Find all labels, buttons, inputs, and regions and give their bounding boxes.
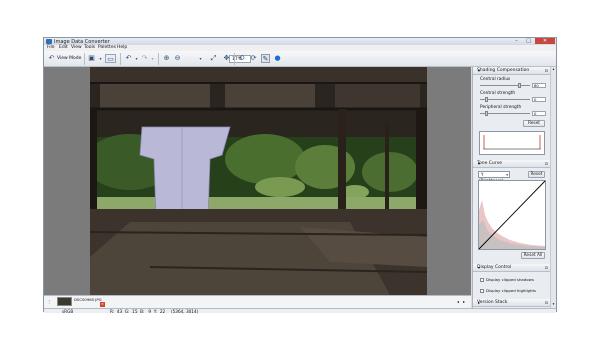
peripheral-strength-slider[interactable]: [480, 111, 530, 116]
version-stack-title: Version Stack: [477, 300, 508, 305]
scroll-right-icon[interactable]: ▸: [463, 299, 465, 304]
rgb-readout: R: 43 G: 15 B: 9 Y: 22: [110, 309, 166, 314]
shading-compensation-header[interactable]: ▾ Shading Compensation ⊡: [473, 67, 550, 75]
pin-icon[interactable]: ⊡: [541, 160, 548, 168]
shading-reset-button[interactable]: Reset: [523, 120, 545, 127]
close-button[interactable]: ✕: [535, 38, 555, 44]
central-radius-label: Central radius: [480, 77, 511, 82]
maximize-button[interactable]: □: [523, 38, 534, 44]
save-dropdown-icon[interactable]: ▾: [96, 54, 105, 63]
shading-compensation-title: Shading Compensation: [477, 68, 530, 73]
photo-preview: [90, 67, 427, 295]
thumbnail-filename[interactable]: DSC00965.JPG: [74, 297, 102, 302]
central-radius-value[interactable]: 80: [532, 83, 546, 88]
central-strength-slider[interactable]: [480, 97, 530, 102]
zoom-in-icon[interactable]: ⊕: [162, 54, 171, 63]
chevron-down-icon: ▾: [506, 173, 508, 177]
version-stack-header[interactable]: ▸ Version Stack ⊡: [473, 299, 550, 307]
tone-curve-reset-all-button[interactable]: Reset All: [521, 252, 545, 259]
app-icon: [46, 39, 52, 44]
slider-thumb[interactable]: [485, 97, 488, 102]
close-thumbnail-icon[interactable]: ×: [100, 302, 105, 307]
palette-panel: ▾ Shading Compensation ⊡ Central radius …: [472, 67, 550, 308]
central-strength-value[interactable]: 0: [532, 97, 546, 102]
clipped-shadows-label: Display clipped shadows: [486, 277, 534, 282]
app-window: Image Data Converter – □ ✕ File Edit Vie…: [43, 37, 557, 314]
tone-curve-title: Tone Curve: [477, 161, 503, 166]
tone-curve-reset-button[interactable]: Reset: [528, 171, 545, 178]
toolbar-separator: [234, 53, 235, 65]
thumbnail-strip: ⋮ DSC00965.JPG × ◂ ▸: [44, 295, 471, 308]
view-mode-button[interactable]: View Mode: [57, 53, 81, 64]
toolbar-separator: [84, 53, 85, 65]
collapse-arrow-icon: ▸: [478, 300, 481, 305]
display-control-header[interactable]: ▾ Display Control ⊡: [473, 264, 550, 272]
fit-to-window-icon[interactable]: ⤢: [209, 54, 218, 63]
coordinate-readout: (5364, 3014): [171, 309, 199, 314]
toolbar-separator: [158, 53, 159, 65]
clipped-highlights-label: Display clipped highlights: [486, 288, 537, 293]
zoom-dropdown-icon[interactable]: ▾: [196, 54, 205, 63]
central-strength-label: Central strength: [480, 91, 516, 96]
save-icon[interactable]: ▣: [87, 54, 96, 63]
output-icon[interactable]: ▭: [105, 54, 116, 63]
title-bar: Image Data Converter – □ ✕: [44, 38, 556, 45]
slider-thumb[interactable]: [485, 111, 488, 116]
slider-thumb[interactable]: [518, 83, 521, 88]
peripheral-strength-value[interactable]: 0: [532, 111, 546, 116]
zoom-out-icon[interactable]: ⊖: [173, 54, 182, 63]
help-icon[interactable]: ●: [273, 54, 282, 63]
palette-scrollbar[interactable]: ▴ ▾: [550, 67, 556, 308]
display-control-title: Display Control: [477, 265, 512, 270]
collapse-arrow-icon: ▾: [478, 265, 481, 270]
redo-dropdown-icon[interactable]: ▾: [148, 54, 157, 63]
pin-icon[interactable]: ⊡: [541, 299, 548, 307]
collapse-arrow-icon: ▾: [478, 161, 481, 166]
rotate-right-icon[interactable]: ⟳: [249, 54, 258, 63]
hand-tool-icon[interactable]: ✥: [222, 54, 231, 63]
white-balance-picker-icon[interactable]: ✎: [261, 54, 270, 63]
rotate-left-icon[interactable]: ⟲: [237, 54, 246, 63]
scroll-left-icon[interactable]: ◂: [457, 299, 459, 304]
pin-icon[interactable]: ⊡: [541, 67, 548, 75]
toolbar: ↶ View Mode ▣ ▾ ▭ ↶ ▾ ↷ ▾ ⊕ ⊖ 17% ▾ ⤢ ✥ …: [44, 51, 556, 67]
collapse-arrow-icon: ▾: [478, 68, 481, 73]
central-radius-slider[interactable]: [480, 83, 530, 88]
undo-arrow-icon: ↶: [48, 54, 55, 62]
peripheral-strength-label: Peripheral strength: [480, 105, 522, 110]
tone-curve-graph[interactable]: [478, 180, 546, 250]
clipped-shadows-checkbox[interactable]: [480, 278, 484, 282]
tone-channel-select[interactable]: Y (Brightness) ▾: [478, 171, 510, 183]
image-viewer[interactable]: [44, 67, 471, 295]
pin-icon[interactable]: ⊡: [541, 264, 548, 272]
clipped-highlights-checkbox[interactable]: [480, 289, 484, 293]
color-space-readout: sRGB: [62, 309, 74, 314]
window-title: Image Data Converter: [54, 38, 110, 45]
strip-handle-icon: ⋮: [47, 299, 51, 304]
minimize-button[interactable]: –: [511, 38, 522, 44]
tone-curve-header[interactable]: ▾ Tone Curve ⊡: [473, 160, 550, 168]
thumbnail-image[interactable]: [57, 297, 72, 306]
scroll-down-icon[interactable]: ▾: [551, 302, 556, 306]
shading-preview-graph: [479, 131, 545, 155]
status-bar: sRGB R: 43 G: 15 B: 9 Y: 22 (5364, 3014): [44, 308, 556, 314]
toolbar-separator: [120, 53, 121, 65]
scroll-up-icon[interactable]: ▴: [551, 67, 556, 71]
